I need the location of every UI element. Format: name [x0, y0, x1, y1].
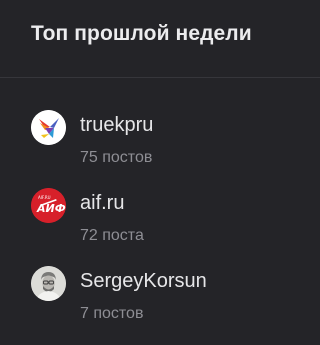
- author-name[interactable]: truekpru: [80, 113, 153, 137]
- list-item-aif[interactable]: AIF.RU АИФ aif.ru 72 поста: [0, 185, 320, 263]
- list-item-truekpru[interactable]: truekpru 75 постов: [0, 107, 320, 185]
- aif-logo-icon[interactable]: AIF.RU АИФ: [31, 188, 66, 223]
- user-photo-avatar[interactable]: [31, 266, 66, 301]
- top-last-week-widget: Топ прошлой недели truekpru 75 постов AI…: [0, 0, 320, 345]
- post-count: 75 постов: [80, 149, 153, 166]
- author-name[interactable]: SergeyKorsun: [80, 269, 207, 293]
- author-name[interactable]: aif.ru: [80, 191, 124, 215]
- widget-title: Топ прошлой недели: [31, 22, 252, 45]
- top-authors-list: truekpru 75 постов AIF.RU АИФ aif.ru 72 …: [0, 107, 320, 341]
- widget-header: Топ прошлой недели: [0, 0, 320, 78]
- truekp-bird-logo-icon[interactable]: [31, 110, 66, 145]
- list-item-sergeykorsun[interactable]: SergeyKorsun 7 постов: [0, 263, 320, 341]
- aif-logo-small-text: AIF.RU: [38, 195, 51, 200]
- post-count: 72 поста: [80, 227, 144, 244]
- post-count: 7 постов: [80, 305, 144, 322]
- aif-logo-text: АИФ: [36, 202, 66, 215]
